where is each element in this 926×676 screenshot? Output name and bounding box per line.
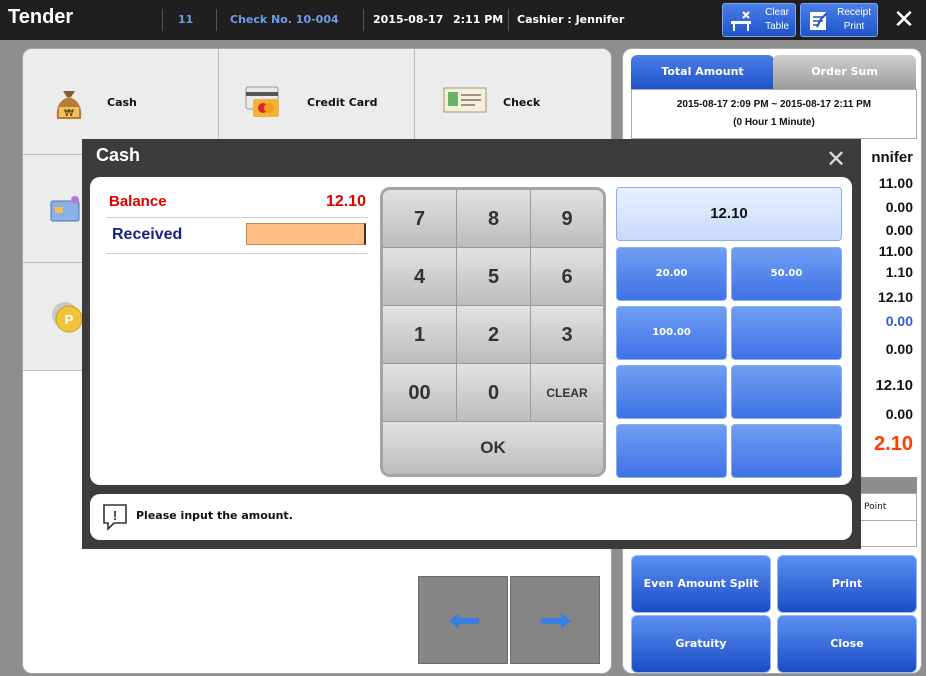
- key-4[interactable]: 4: [383, 248, 457, 306]
- tender-check-label: Check: [503, 96, 541, 109]
- summary-total: 12.10: [875, 377, 913, 394]
- close-button[interactable]: Close: [777, 615, 917, 673]
- period-box: 2015-08-17 2:09 PM ~ 2015-08-17 2:11 PM …: [631, 89, 917, 139]
- summary-value: 0.00: [885, 222, 913, 238]
- point-coin-icon: P: [52, 302, 83, 333]
- even-amount-split-button[interactable]: Even Amount Split: [631, 555, 771, 613]
- money-bag-icon: ₩: [56, 91, 82, 119]
- key-8[interactable]: 8: [457, 190, 531, 248]
- period-range: 2015-08-17 2:09 PM ~ 2015-08-17 2:11 PM: [676, 99, 872, 110]
- table-icon: [731, 11, 751, 31]
- key-clear[interactable]: CLEAR: [531, 364, 603, 422]
- divider: [363, 9, 364, 31]
- quick-amount-button[interactable]: [731, 365, 842, 419]
- quick-amount-button[interactable]: [616, 424, 727, 478]
- balance-partial: 2.10: [874, 433, 913, 455]
- arrow-left-icon: [449, 613, 479, 629]
- message-text: Please input the amount.: [136, 509, 293, 522]
- divider: [508, 9, 509, 31]
- exact-amount-button[interactable]: 12.10: [616, 187, 842, 241]
- divider: [106, 217, 368, 218]
- numeric-keypad: 7 8 9 4 5 6 1 2 3 00 0 CLEAR OK: [380, 187, 606, 477]
- clear-table-label: Clear Table: [765, 7, 789, 32]
- quick-amount-label: 20.00: [655, 268, 688, 279]
- quick-amount-button[interactable]: 20.00: [616, 247, 727, 301]
- summary-value: 11.00: [878, 243, 913, 259]
- point-value-cell: [859, 521, 917, 547]
- message-bar: ! Please input the amount.: [90, 494, 852, 540]
- cashier-name-partial: nnifer: [871, 149, 913, 166]
- print-button[interactable]: Print: [777, 555, 917, 613]
- tender-credit-card-label: Credit Card: [307, 96, 378, 109]
- svg-text:₩: ₩: [64, 108, 74, 119]
- ok-button[interactable]: OK: [383, 422, 603, 474]
- divider: [216, 9, 217, 31]
- top-bar: Tender 11 Check No. 10-004 2015-08-17 2:…: [0, 0, 926, 40]
- key-3[interactable]: 3: [531, 306, 603, 364]
- clear-table-button[interactable]: Clear Table: [722, 3, 796, 37]
- tender-cash-label: Cash: [107, 96, 137, 109]
- tab-total-amount[interactable]: Total Amount: [631, 55, 774, 89]
- point-header-bar: [859, 477, 917, 493]
- key-9[interactable]: 9: [531, 190, 603, 248]
- table-number: 11: [178, 13, 194, 26]
- received-label: Received: [112, 226, 183, 243]
- summary-value: 11.00: [878, 175, 913, 191]
- tab-order-sum[interactable]: Order Sum: [773, 55, 916, 89]
- dialog-close-icon[interactable]: ✕: [822, 145, 850, 173]
- balance-label: Balance: [109, 193, 167, 210]
- key-6[interactable]: 6: [531, 248, 603, 306]
- quick-amount-button[interactable]: [616, 365, 727, 419]
- check-number: Check No. 10-004: [230, 13, 339, 26]
- quick-amount-button[interactable]: [731, 424, 842, 478]
- check-icon: [443, 87, 487, 113]
- summary-value: 1.10: [885, 264, 913, 280]
- key-7[interactable]: 7: [383, 190, 457, 248]
- dialog-title: Cash: [96, 145, 141, 165]
- key-1[interactable]: 1: [383, 306, 457, 364]
- key-0[interactable]: 0: [457, 364, 531, 422]
- receipt-icon: [810, 12, 828, 30]
- credit-card-icon: [245, 86, 279, 117]
- summary-value: 12.10: [877, 289, 913, 305]
- quick-amount-button[interactable]: 100.00: [616, 306, 727, 360]
- time-label: 2:11 PM: [453, 13, 504, 26]
- divider: [106, 253, 368, 254]
- alert-icon: !: [103, 504, 127, 531]
- gratuity-button[interactable]: Gratuity: [631, 615, 771, 673]
- receipt-print-button[interactable]: Receipt Print: [800, 3, 878, 37]
- quick-amount-button[interactable]: 50.00: [731, 247, 842, 301]
- svg-text:P: P: [65, 312, 74, 327]
- gift-card-icon: [50, 196, 80, 222]
- quick-amount-label: 50.00: [770, 268, 803, 279]
- balance-value: 12.10: [325, 193, 366, 210]
- summary-value: 0.00: [885, 406, 913, 422]
- key-5[interactable]: 5: [457, 248, 531, 306]
- next-page-button[interactable]: [510, 576, 600, 664]
- summary-value: 0.00: [885, 313, 913, 329]
- quick-amount-button[interactable]: [731, 306, 842, 360]
- key-2[interactable]: 2: [457, 306, 531, 364]
- arrow-right-icon: [541, 613, 571, 629]
- quick-amount-label: 100.00: [652, 327, 691, 338]
- date-label: 2015-08-17: [373, 13, 444, 26]
- cashier-label: Cashier : Jennifer: [517, 13, 625, 26]
- receipt-print-label: Receipt Print: [837, 7, 871, 32]
- close-icon[interactable]: ✕: [889, 5, 919, 35]
- divider: [162, 9, 163, 31]
- key-00[interactable]: 00: [383, 364, 457, 422]
- received-input[interactable]: [246, 223, 366, 245]
- cash-dialog: Cash ✕ Balance 12.10 Received 7 8 9 4 5 …: [82, 139, 861, 549]
- page-title: Tender: [8, 6, 74, 28]
- summary-value: 0.00: [885, 341, 913, 357]
- point-label: Point: [859, 493, 917, 521]
- period-duration: (0 Hour 1 Minute): [733, 117, 815, 128]
- alert-glyph: !: [113, 508, 117, 523]
- dialog-body: Balance 12.10 Received 7 8 9 4 5 6 1 2 3…: [90, 177, 852, 485]
- summary-value: 0.00: [885, 199, 913, 215]
- previous-page-button[interactable]: [418, 576, 508, 664]
